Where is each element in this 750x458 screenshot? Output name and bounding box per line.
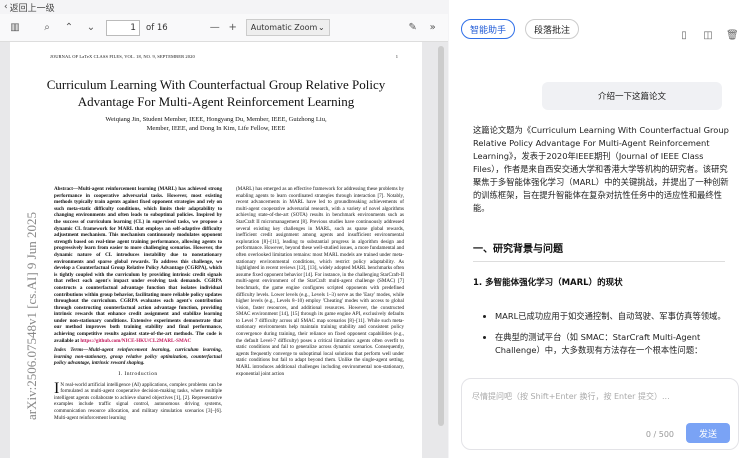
panel-actions: ▯ ◫ 🗑: [678, 30, 738, 42]
tab-assistant[interactable]: 智能助手: [461, 19, 516, 39]
bookmark-icon[interactable]: ▯: [678, 30, 690, 42]
arxiv-stamp: arXiv:2506.07548v1 [cs.AI] 9 Jun 2025: [24, 212, 39, 420]
right-column: (MARL) has emerged as an effective frame…: [236, 186, 404, 377]
sidebar-toggle-icon[interactable]: ▥: [6, 19, 24, 37]
next-page-icon[interactable]: ⌄: [82, 19, 100, 37]
page-total-label: of 16: [146, 22, 168, 33]
pdf-page: JOURNAL OF LaTeX CLASS FILES, VOL. 18, N…: [10, 42, 422, 458]
intro-heading: I. Introduction: [118, 371, 158, 378]
pdf-viewer: ▥ ⌕ ⌃ ⌄ 1 of 16 — + Automatic Zoom ⌄ ✎ »…: [0, 14, 448, 458]
abstract: Abstract—Multi-agent reinforcement learn…: [54, 186, 222, 344]
zoom-select[interactable]: Automatic Zoom ⌄: [245, 19, 330, 36]
scrollbar[interactable]: [438, 46, 444, 426]
answer-bullets: MARL已成功应用于如交通控制、自动驾驶、军事仿真等领域。 在典型的测试平台（如…: [485, 310, 729, 365]
pdf-toolbar: ▥ ⌕ ⌃ ⌄ 1 of 16 — + Automatic Zoom ⌄ ✎ »: [0, 14, 448, 42]
chevron-down-icon: ⌄: [318, 23, 325, 32]
answer-section-heading: 一、研究背景与问题: [473, 244, 563, 255]
draw-icon[interactable]: ✎: [404, 19, 422, 37]
authors-line-1: Weiqiang Jin, Student Member, IEEE, Hong…: [105, 116, 327, 123]
trash-icon[interactable]: 🗑: [726, 30, 739, 42]
answer-subsection-heading: 1. 多智能体强化学习（MARL）的现状: [473, 278, 623, 288]
panel-tabs: 智能助手 段落批注 ▯ ◫ 🗑: [449, 0, 750, 58]
assistant-answer-intro: 这篇论文题为《Curriculum Learning With Counterf…: [473, 125, 729, 213]
zoom-out-icon[interactable]: —: [206, 19, 224, 37]
zoom-value: Automatic Zoom: [250, 23, 318, 32]
index-terms: Index Terms—Multi-agent reinforcement le…: [54, 347, 222, 367]
layout-icon[interactable]: ◫: [702, 30, 714, 42]
pdf-content-area[interactable]: JOURNAL OF LaTeX CLASS FILES, VOL. 18, N…: [0, 42, 448, 458]
journal-header: JOURNAL OF LaTeX CLASS FILES, VOL. 18, N…: [50, 54, 195, 59]
list-item: MARL已成功应用于如交通控制、自动驾驶、军事仿真等领域。: [495, 310, 729, 323]
list-item: 在典型的测试平台（如 SMAC：StarCraft Multi-Agent Ch…: [495, 331, 729, 357]
paper-title: Curriculum Learning With Counterfactual …: [46, 77, 386, 109]
more-tools-icon[interactable]: »: [424, 19, 442, 37]
intro-text: IN real-world artificial intelligence (A…: [54, 379, 222, 421]
previous-page-icon[interactable]: ⌃: [60, 19, 78, 37]
code-link[interactable]: https://github.com/NICE-HKU/CL2MARL-SMAC: [80, 338, 191, 344]
chat-input-box[interactable]: 尽情提问吧（按 Shift+Enter 换行，按 Enter 提交）... 0 …: [461, 378, 739, 450]
paper-authors: Weiqiang Jin, Student Member, IEEE, Hong…: [40, 115, 392, 133]
chat-input-placeholder[interactable]: 尽情提问吧（按 Shift+Enter 换行，按 Enter 提交）...: [472, 391, 670, 402]
chat-history: 介绍一下这篇论文 这篇论文题为《Curriculum Learning With…: [449, 58, 750, 376]
page-number-input[interactable]: 1: [106, 19, 140, 36]
send-button[interactable]: 发送: [686, 423, 730, 443]
divider: [473, 261, 725, 262]
ai-panel: 智能助手 段落批注 ▯ ◫ 🗑 介绍一下这篇论文 这篇论文题为《Curricul…: [449, 0, 750, 458]
dropcap: I: [54, 379, 60, 397]
app-window: ‹ 返回上一级 ▥ ⌕ ⌃ ⌄ 1 of 16 — + Automatic Zo…: [0, 0, 750, 458]
user-message: 介绍一下这篇论文: [542, 82, 722, 110]
back-label: 返回上一级: [9, 3, 55, 14]
zoom-in-icon[interactable]: +: [224, 19, 242, 37]
chevron-left-icon: ‹: [4, 2, 8, 12]
tab-annotate[interactable]: 段落批注: [525, 19, 580, 39]
authors-line-2: Member, IEEE, and Dong In Kim, Life Fell…: [146, 125, 286, 132]
page-number: 1: [395, 54, 398, 59]
back-link[interactable]: ‹ 返回上一级: [0, 0, 448, 14]
char-counter: 0 / 500: [645, 430, 674, 439]
left-column: Abstract—Multi-agent reinforcement learn…: [54, 186, 222, 421]
search-icon[interactable]: ⌕: [38, 19, 56, 37]
